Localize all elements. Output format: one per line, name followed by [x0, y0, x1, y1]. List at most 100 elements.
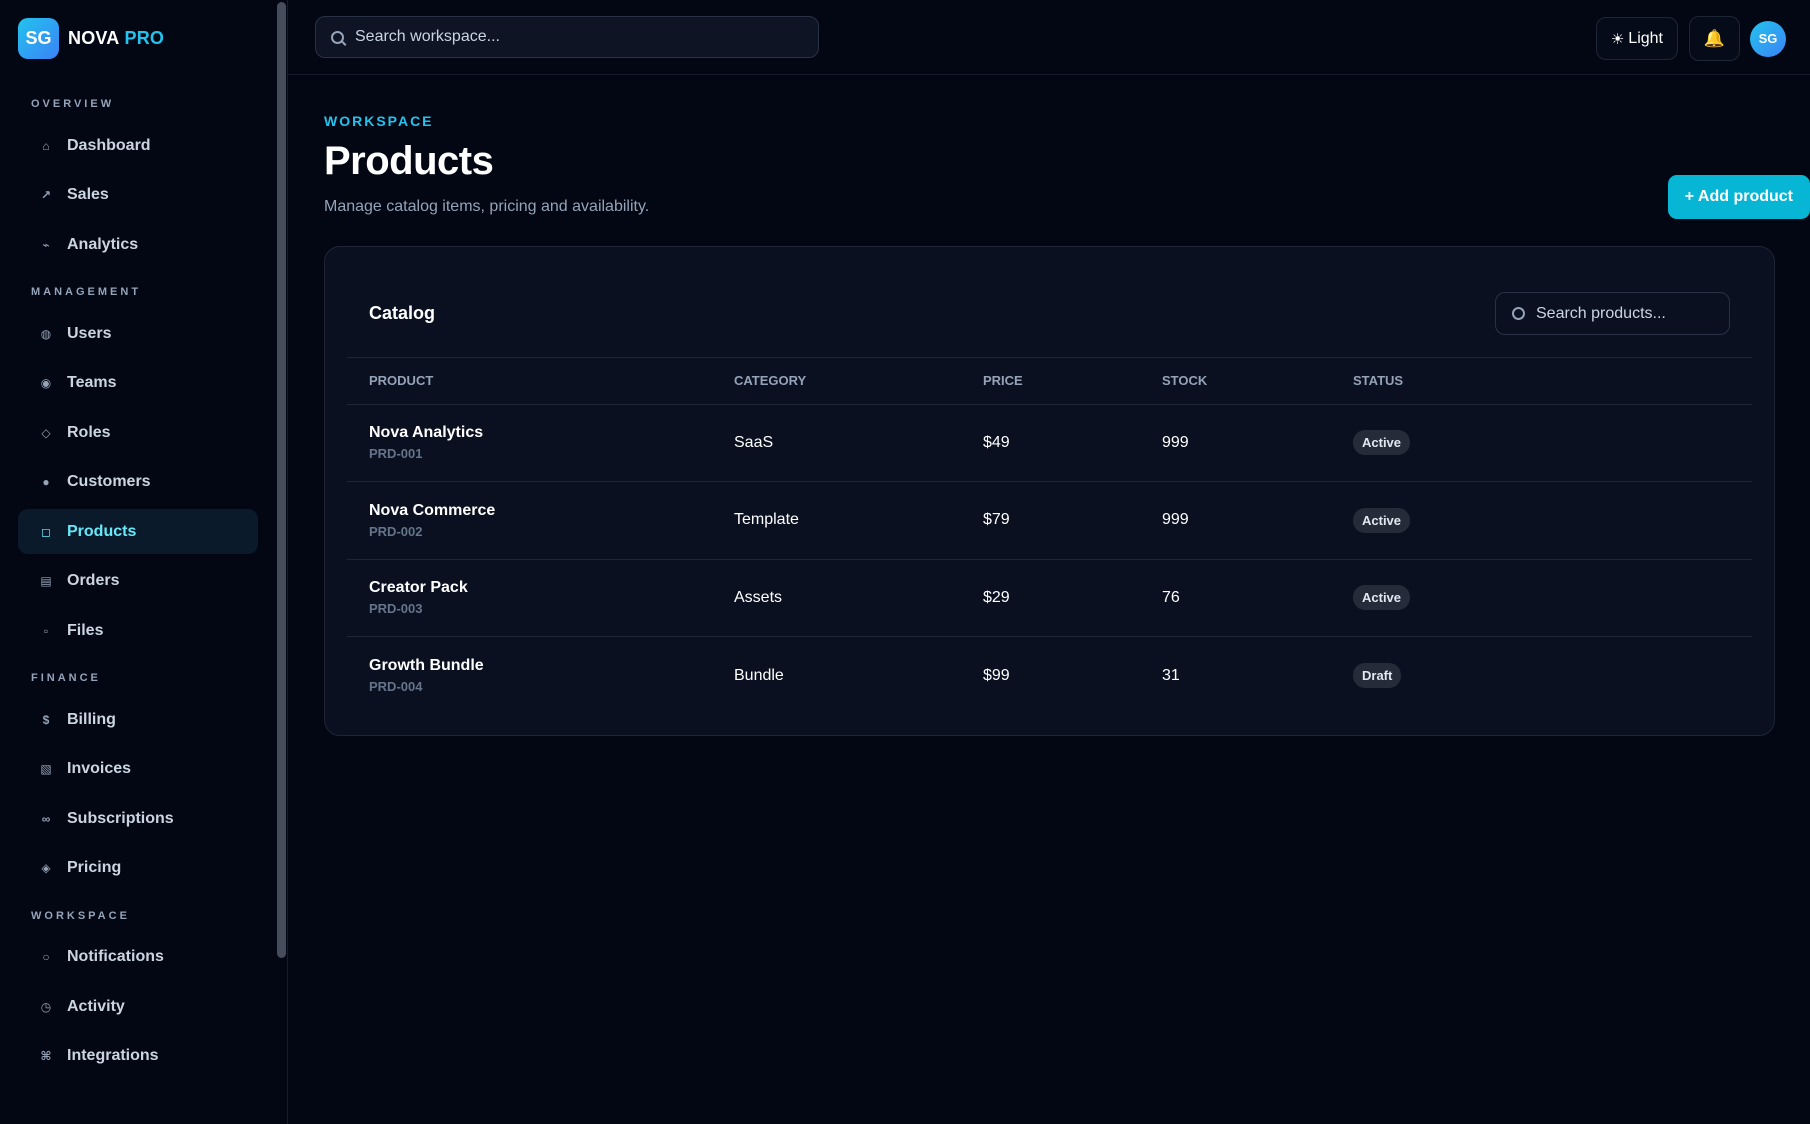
product-sku: PRD-004 — [369, 679, 423, 694]
users-icon: ◍ — [40, 326, 52, 341]
sidebar-item-roles[interactable]: ◇ Roles — [18, 410, 258, 455]
sidebar-item-label: Billing — [67, 710, 116, 728]
column-header-status[interactable]: STATUS — [1331, 358, 1752, 405]
sidebar-section-title: MANAGEMENT — [31, 286, 142, 298]
sidebar-section-title: FINANCE — [31, 672, 101, 684]
sidebar: SG NOVA PRO OVERVIEW ⌂ Dashboard ↗ Sales ⌁ Anal… — [0, 0, 288, 1124]
table-row[interactable]: Nova Commerce PRD-002 Template $79 999 A… — [347, 481, 1752, 560]
catalog-header: Catalog — [347, 247, 1752, 358]
product-cell: Nova Commerce PRD-002 — [347, 481, 712, 560]
status-badge: Active — [1353, 507, 1411, 533]
analytics-icon: ⌁ — [42, 237, 50, 252]
stock-cell: 999 — [1140, 404, 1331, 482]
sidebar-item-teams[interactable]: ◉ Teams — [18, 361, 258, 406]
sidebar-item-subscriptions[interactable]: ∞ Subscriptions — [18, 796, 258, 841]
theme-toggle-label: Light — [1628, 29, 1663, 47]
orders-icon: ▤ — [40, 574, 52, 588]
product-cell: Nova Analytics PRD-001 — [347, 404, 712, 482]
column-header-price[interactable]: PRICE — [961, 358, 1140, 405]
category-cell: Bundle — [734, 666, 784, 684]
sidebar-item-label: Users — [67, 324, 112, 342]
product-name[interactable]: Nova Analytics — [369, 424, 712, 442]
product-search-input[interactable] — [1536, 304, 1716, 323]
topbar: ☀ Light 🔔 SG — [288, 0, 1810, 75]
price-cell: $49 — [961, 404, 1140, 482]
sidebar-item-sales[interactable]: ↗ Sales — [18, 173, 258, 218]
theme-toggle-button[interactable]: ☀ Light — [1595, 17, 1678, 60]
roles-icon: ◇ — [41, 425, 51, 440]
catalog-table: PRODUCT CATEGORY PRICE STOCK STATUS Nova… — [347, 358, 1752, 714]
sun-icon: ☀ — [1610, 30, 1625, 48]
status-cell: Active — [1331, 404, 1752, 482]
teams-icon: ◉ — [40, 376, 52, 390]
integrations-icon: ⌘ — [40, 1049, 52, 1063]
sidebar-item-label: Subscriptions — [67, 809, 174, 827]
sidebar-item-pricing[interactable]: ◈ Pricing — [18, 846, 258, 891]
billing-icon: $ — [42, 712, 50, 727]
sidebar-item-billing[interactable]: $ Billing — [18, 697, 258, 742]
status-cell: Active — [1331, 481, 1752, 560]
sidebar-item-dashboard[interactable]: ⌂ Dashboard — [18, 123, 258, 168]
notifications-button[interactable]: 🔔 — [1689, 16, 1740, 61]
pricing-icon: ◈ — [41, 861, 51, 875]
products-icon: ◻ — [41, 524, 51, 539]
brand-logo: SG — [18, 17, 59, 59]
sidebar-item-orders[interactable]: ▤ Orders — [18, 559, 258, 604]
sidebar-item-files[interactable]: ▫ Files — [18, 608, 258, 653]
product-name[interactable]: Growth Bundle — [369, 657, 712, 675]
status-cell: Draft — [1331, 637, 1752, 715]
sidebar-item-users[interactable]: ◍ Users — [18, 311, 258, 356]
column-header-stock[interactable]: STOCK — [1140, 358, 1331, 405]
column-header-category[interactable]: CATEGORY — [712, 358, 961, 405]
home-icon: ⌂ — [42, 138, 50, 153]
product-sku: PRD-003 — [369, 601, 423, 617]
page-subtitle: Manage catalog items, pricing and availa… — [324, 198, 650, 215]
status-badge: Active — [1353, 430, 1411, 456]
workspace-search[interactable] — [315, 16, 819, 58]
sidebar-section-title: WORKSPACE — [31, 909, 130, 922]
add-product-button[interactable]: + Add product — [1667, 175, 1810, 219]
trend-up-icon: ↗ — [40, 188, 52, 202]
brand-pro-label: PRO — [124, 27, 165, 48]
brand-name: NOVA PRO — [68, 28, 164, 49]
category-cell: Assets — [712, 559, 961, 637]
sidebar-item-integrations[interactable]: ⌘ Integrations — [18, 1034, 258, 1079]
avatar[interactable]: SG — [1750, 20, 1786, 57]
sidebar-scrollbar[interactable] — [277, 2, 286, 958]
sidebar-item-notifications[interactable]: ○ Notifications — [18, 935, 258, 980]
catalog-card: Catalog PRODUCT CATEGORY PRICE STOCK STA… — [324, 246, 1775, 736]
status-cell: Active — [1331, 559, 1752, 637]
page-eyebrow: WORKSPACE — [324, 113, 434, 129]
category-cell: Template — [712, 481, 961, 560]
sidebar-nav: OVERVIEW ⌂ Dashboard ↗ Sales ⌁ Analytics MANAGE… — [18, 97, 287, 1079]
price-cell: $99 — [983, 666, 1010, 684]
product-sku: PRD-001 — [369, 446, 423, 462]
sidebar-item-products[interactable]: ◻ Products — [18, 509, 258, 554]
sidebar-item-label: Invoices — [67, 760, 132, 777]
catalog-title: Catalog — [369, 303, 436, 323]
table-row[interactable]: Nova Analytics PRD-001 SaaS $49 999 Acti… — [347, 404, 1752, 482]
price-cell: $29 — [961, 559, 1140, 637]
product-name[interactable]: Nova Commerce — [369, 502, 712, 520]
activity-icon: ◷ — [40, 999, 52, 1014]
price-cell: $79 — [961, 481, 1140, 560]
sidebar-item-label: Orders — [67, 572, 120, 589]
stock-cell: 999 — [1140, 481, 1331, 560]
workspace-search-input[interactable] — [355, 28, 775, 46]
table-row[interactable]: Creator Pack PRD-003 Assets $29 76 Activ… — [347, 559, 1752, 637]
sidebar-item-customers[interactable]: ● Customers — [18, 460, 258, 505]
status-badge: Active — [1353, 585, 1411, 611]
subscriptions-icon: ∞ — [41, 811, 51, 826]
page-header: WORKSPACE Products Manage catalog items,… — [324, 113, 1810, 219]
product-name[interactable]: Creator Pack — [369, 579, 712, 597]
brand[interactable]: SG NOVA PRO — [18, 17, 287, 59]
sidebar-item-label: Activity — [67, 997, 125, 1015]
column-header-product[interactable]: PRODUCT — [347, 358, 712, 405]
table-row[interactable]: Growth Bundle PRD-004 Bundle $99 31 Draf… — [347, 637, 1752, 715]
sidebar-item-analytics[interactable]: ⌁ Analytics — [18, 222, 258, 267]
sidebar-item-label: Dashboard — [67, 136, 151, 154]
sidebar-item-activity[interactable]: ◷ Activity — [18, 984, 258, 1029]
sidebar-item-invoices[interactable]: ▧ Invoices — [18, 747, 258, 792]
status-badge: Draft — [1353, 663, 1402, 688]
product-search[interactable] — [1495, 292, 1730, 335]
